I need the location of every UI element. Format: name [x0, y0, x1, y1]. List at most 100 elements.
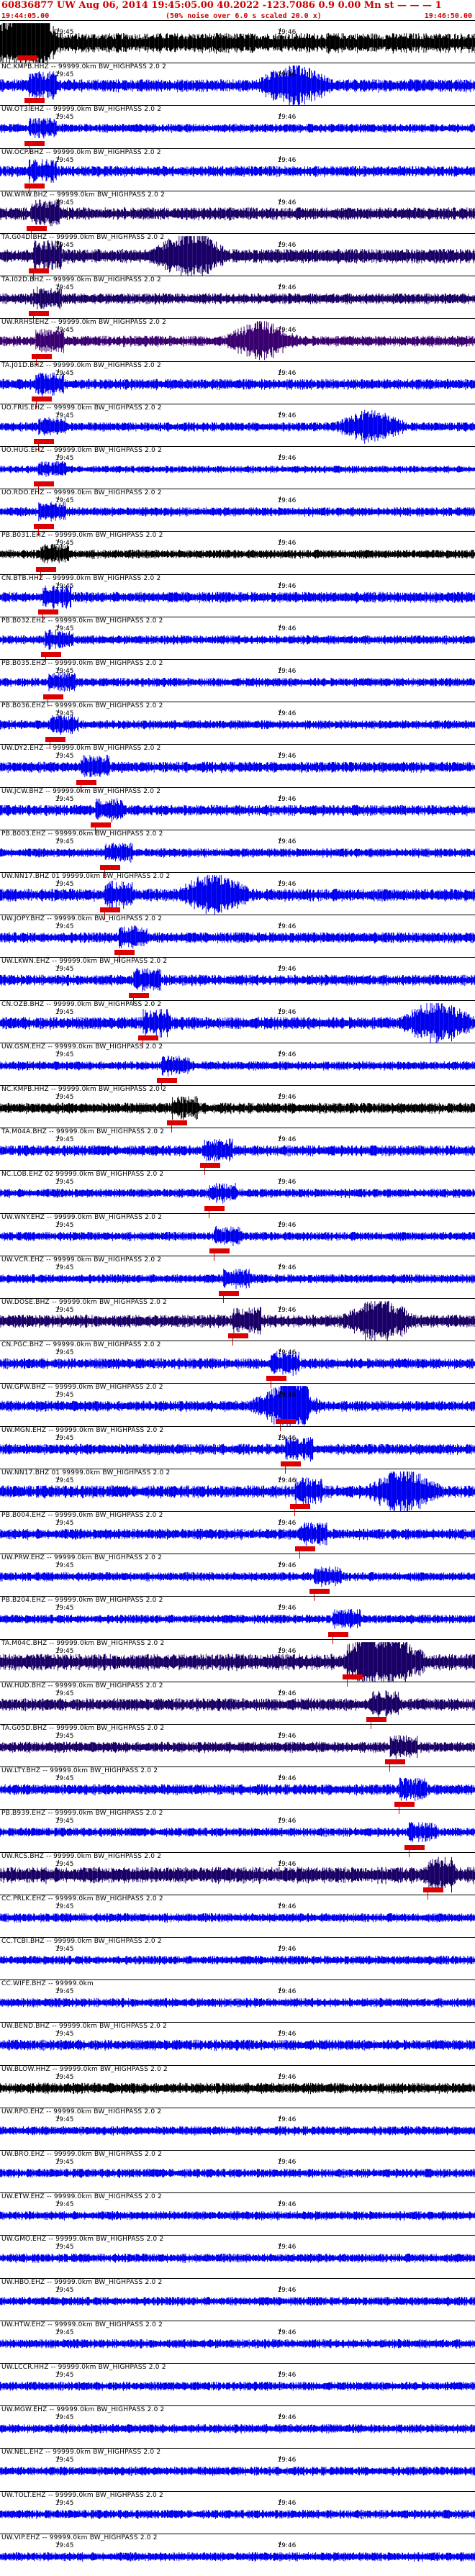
waveform-path: [0, 2381, 475, 2391]
phase-pick-marker: [423, 1887, 443, 1892]
time-tick-label: 19:46: [277, 2372, 297, 2379]
time-tick-label: 19:46: [277, 1562, 297, 1570]
trace-label: UW.MGW.EHZ -- 99999.0km BW_HIGHPASS 2.0 …: [1, 2406, 165, 2414]
time-tick-label: 19:46: [277, 2073, 297, 2081]
time-tick-label: 19:46: [277, 540, 297, 548]
trace-label: UW.JOPY.BHZ -- 99999.0km BW_HIGHPASS 2.0…: [1, 915, 163, 923]
trace-label: NC.LOB.EHZ 02 99999.0km BW_HIGHPASS 2.0 …: [1, 1171, 164, 1179]
time-tick-label: 19:45: [55, 2541, 74, 2549]
time-tick-label: 19:45: [55, 2372, 74, 2379]
time-tick-label: 19:46: [277, 2201, 297, 2209]
time-tick-label: 19:46: [277, 1690, 297, 1697]
phase-pick-marker: [29, 311, 50, 317]
trace-label: UW.DY2.EHZ -- 99999.0km BW_HIGHPASS 2.0 …: [1, 745, 161, 753]
trace-label: UO.HUG.EHZ -- 99999.0km BW_HIGHPASS 2.0 …: [1, 447, 163, 454]
trace-label: UW.MGN.EHZ -- 99999.0km BW_HIGHPASS 2.0 …: [1, 1426, 164, 1434]
trace-label: PB.B032.EHZ -- 99999.0km BW_HIGHPASS 2.0…: [1, 617, 163, 625]
time-tick-label: 19:45: [55, 1562, 74, 1570]
time-tick-label: 19:46: [277, 2414, 297, 2422]
time-tick-label: 19:45: [55, 1860, 74, 1868]
trace-label: NC.KMPB.HHZ -- 99999.0km BW_HIGHPASS 2.0…: [1, 1086, 166, 1093]
trace-label: UW.GMO.EHZ -- 99999.0km BW_HIGHPASS 2.0 …: [1, 2236, 164, 2244]
trace-label: NC.KMPB.HHZ -- 99999.0km BW_HIGHPASS 2.0…: [1, 63, 166, 71]
waveform-path: [0, 2467, 475, 2477]
trace-row: UW.MGN.EHZ -- 99999.0km BW_HIGHPASS 2.0 …: [0, 1425, 475, 1474]
trace-label: TA.I02D.BHZ -- 99999.0km BW_HIGHPASS 2.0…: [1, 276, 161, 284]
time-tick-label: 19:45: [55, 625, 74, 632]
time-tick-label: 19:46: [277, 1392, 297, 1400]
trace-row: UW.HUD.BHZ -- 99999.0km BW_HIGHPASS 2.0 …: [0, 1681, 475, 1729]
scale-note: (50% noise over 6.0 s scaled 20.0 x): [166, 12, 322, 20]
phase-pick-marker: [328, 1631, 348, 1637]
trace-label: TA.G05D.BHZ -- 99999.0km BW_HIGHPASS 2.0…: [1, 1725, 165, 1732]
time-tick-label: 19:45: [55, 966, 74, 974]
time-tick-label: 19:45: [55, 1307, 74, 1314]
time-tick-label: 19:45: [55, 1264, 74, 1271]
time-tick-label: 19:46: [277, 1733, 297, 1740]
time-tick-label: 19:45: [55, 497, 74, 505]
time-tick-label: 19:45: [55, 1605, 74, 1613]
phase-pick-marker: [36, 566, 57, 572]
time-tick-label: 19:45: [55, 2115, 74, 2123]
trace-row: TA.G05D.BHZ -- 99999.0km BW_HIGHPASS 2.0…: [0, 1724, 475, 1772]
time-tick-label: 19:46: [277, 242, 297, 249]
trace-row: NC.KMPB.HHZ -- 99999.0km BW_HIGHPASS 2.0…: [0, 1085, 475, 1133]
time-tick-label: 19:46: [277, 1434, 297, 1442]
trace-label: CC.WIFE.BHZ -- 99999.0km: [1, 1980, 94, 1988]
time-tick-label: 19:46: [277, 71, 297, 79]
trace-label: PB.B204.EHZ -- 99999.0km BW_HIGHPASS 2.0…: [1, 1597, 163, 1605]
trace-label: PB.B036.EHZ -- 99999.0km BW_HIGHPASS 2.0…: [1, 702, 163, 710]
phase-pick-marker: [228, 1333, 249, 1339]
phase-pick-marker: [404, 1844, 425, 1850]
phase-pick-marker: [76, 779, 97, 785]
time-tick-label: 19:45: [55, 1434, 74, 1442]
waveform-path: [0, 502, 475, 522]
time-tick-label: 19:46: [277, 327, 297, 335]
trace-row: UW.NN17.BHZ 01 99999.0km BW_HIGHPASS 2.0…: [0, 872, 475, 920]
time-tick-label: 19:46: [277, 1307, 297, 1314]
time-tick-label: 19:45: [55, 582, 74, 590]
waveform-path: [0, 2509, 475, 2519]
waveform-path: [0, 1269, 475, 1289]
phase-pick-marker: [100, 907, 121, 913]
trace-row: PB.B004.EHZ -- 99999.0km BW_HIGHPASS 2.0…: [0, 1511, 475, 1559]
time-tick-label: 19:46: [277, 881, 297, 888]
time-tick-label: 19:46: [277, 668, 297, 675]
waveform-path: [0, 461, 475, 477]
time-tick-label: 19:46: [277, 838, 297, 845]
time-tick-label: 19:45: [55, 2201, 74, 2209]
phase-pick-marker: [31, 396, 52, 402]
time-tick-label: 19:45: [55, 1902, 74, 1910]
time-tick-label: 19:45: [55, 29, 74, 36]
time-tick-label: 19:46: [277, 369, 297, 377]
trace-row: TA.I02D.BHZ -- 99999.0km BW_HIGHPASS 2.0…: [0, 276, 475, 324]
trace-label: PB.B004.EHZ -- 99999.0km BW_HIGHPASS 2.0…: [1, 1512, 163, 1519]
trace-label: UW.HBO.EHZ -- 99999.0km BW_HIGHPASS 2.0 …: [1, 2278, 163, 2286]
time-tick-label: 19:46: [277, 114, 297, 122]
time-tick-label: 19:45: [55, 668, 74, 675]
time-tick-label: 19:45: [55, 838, 74, 845]
time-tick-label: 19:45: [55, 753, 74, 761]
time-tick-label: 19:46: [277, 2541, 297, 2549]
trace-row: UW.HTW.EHZ -- 99999.0km BW_HIGHPASS 2.0 …: [0, 2320, 475, 2363]
phase-pick-marker: [290, 1503, 311, 1509]
time-tick-label: 19:46: [277, 1520, 297, 1527]
trace-row: CC.WIFE.BHZ -- 99999.0km 19:45 19:46: [0, 1979, 475, 2022]
phase-pick-marker: [43, 694, 63, 700]
time-tick-label: 19:45: [55, 2414, 74, 2422]
time-tick-label: 19:45: [55, 2073, 74, 2081]
phase-pick-marker: [294, 1546, 315, 1552]
phase-pick-marker: [204, 1205, 225, 1211]
time-tick-label: 19:45: [55, 1179, 74, 1187]
time-tick-label: 19:45: [55, 1349, 74, 1357]
time-tick-label: 19:46: [277, 1349, 297, 1357]
phase-pick-marker: [276, 1418, 297, 1424]
trace-row: UW.LCCR.HHZ -- 99999.0km BW_HIGHPASS 2.0…: [0, 2363, 475, 2405]
phase-pick-marker: [24, 140, 45, 146]
trace-row: UW.LKWN.EHZ -- 99999.0km BW_HIGHPASS 2.0…: [0, 957, 475, 1005]
trace-label: UW.GSM.EHZ -- 99999.0km BW_HIGHPASS 2.0 …: [1, 1043, 163, 1051]
trace-row: UW.RRHS.EHZ -- 99999.0km BW_HIGHPASS 2.0…: [0, 318, 475, 366]
waveform-path: [0, 1998, 475, 2008]
trace-label: TA.M04A.BHZ -- 99999.0km BW_HIGHPASS 2.0…: [1, 1128, 165, 1136]
trace-label: UW.ETW.EHZ -- 99999.0km BW_HIGHPASS 2.0 …: [1, 2193, 162, 2201]
